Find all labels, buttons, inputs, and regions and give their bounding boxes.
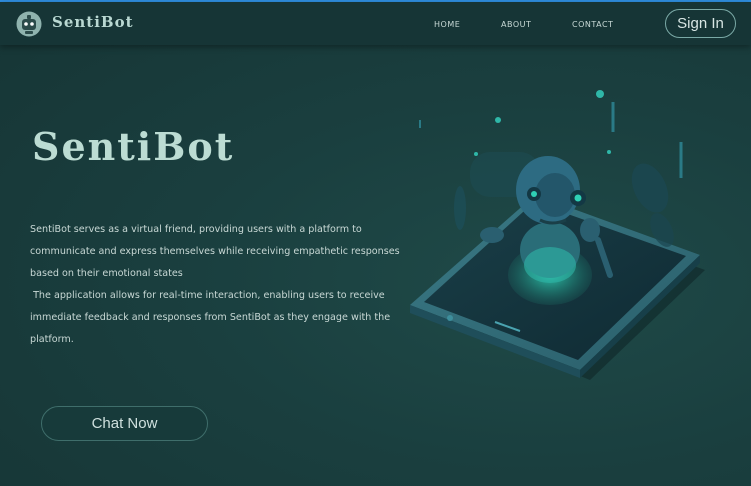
nav-link-about[interactable]: ABOUT xyxy=(501,20,531,29)
hero-title: SentiBot xyxy=(32,124,235,169)
robot-on-phone-illustration xyxy=(410,90,705,380)
sign-in-button[interactable]: Sign In xyxy=(665,9,736,38)
nav-link-contact[interactable]: CONTACT xyxy=(572,20,613,29)
description-paragraph: SentiBot serves as a virtual friend, pro… xyxy=(30,224,403,279)
nav-link-home[interactable]: HOME xyxy=(434,20,460,29)
hero-description: SentiBot serves as a virtual friend, pro… xyxy=(30,219,430,350)
brand-name[interactable]: SentiBot xyxy=(52,13,134,31)
description-paragraph: The application allows for real-time int… xyxy=(30,289,394,345)
chat-now-button[interactable]: Chat Now xyxy=(41,406,208,441)
robot-face-icon[interactable] xyxy=(16,11,42,37)
navbar: SentiBot HOME ABOUT CONTACT Sign In xyxy=(0,2,751,45)
